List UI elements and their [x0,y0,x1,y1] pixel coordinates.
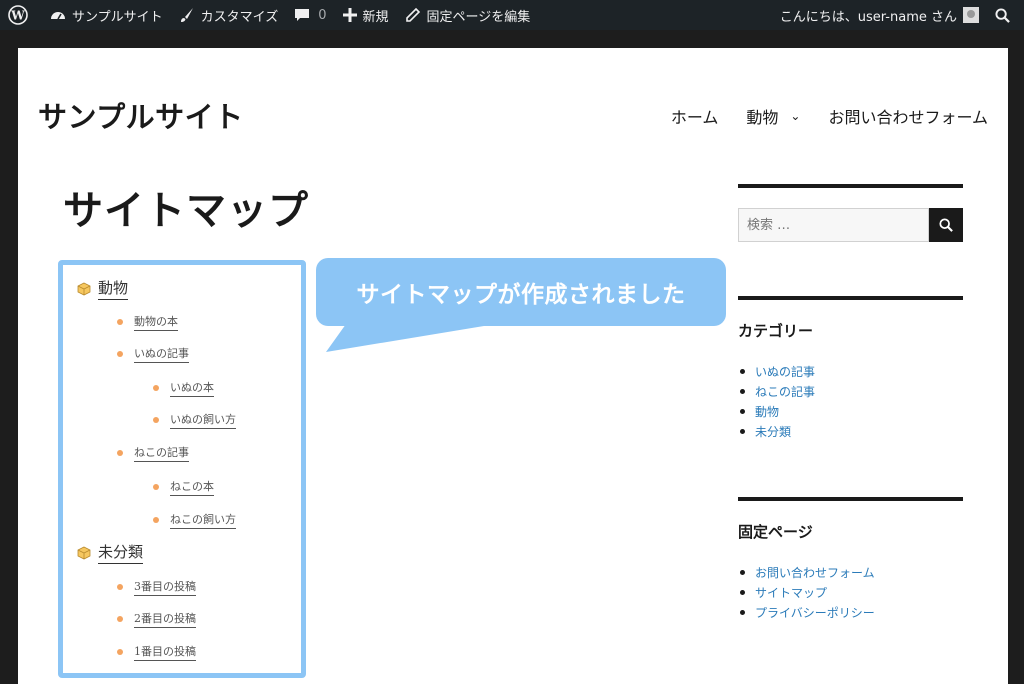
nav-item-animals[interactable]: 動物 ⌄ [746,104,800,128]
category-link[interactable]: 動物 [98,277,129,300]
list-item: いぬの本 [153,379,214,397]
search-icon [939,218,953,232]
categories-title: カテゴリー [738,322,814,340]
category-item[interactable]: ねこの記事 [738,381,963,401]
customize-button[interactable]: カスタマイズ [171,0,287,30]
plus-icon [342,8,357,22]
list-item: 2番目の投稿 [117,610,196,628]
edit-page-label: 固定ページを編集 [426,9,531,25]
site-title[interactable]: サンプルサイト [38,94,244,136]
pages-title: 固定ページ [738,523,813,541]
cube-icon [77,282,91,295]
dashboard-icon [51,12,65,20]
nav-item-contact[interactable]: お問い合わせフォーム [828,104,988,128]
cube-icon [77,546,91,559]
new-label: 新規 [362,9,389,25]
page-item[interactable]: プライバシーポリシー [738,602,963,622]
svg-text:W: W [10,9,25,23]
wordpress-icon: W [8,5,28,25]
new-content-button[interactable]: 新規 [335,0,397,30]
page-item[interactable]: サイトマップ [738,582,963,602]
bullet-icon [117,319,123,325]
search-button[interactable] [929,208,963,242]
nav-label: ホーム [670,108,719,127]
bullet-icon [153,484,159,490]
nav-item-home[interactable]: ホーム [671,104,719,128]
comments-count: 0 [318,7,327,23]
list-item: いぬの記事 [117,345,189,363]
post-link[interactable]: いぬの記事 [134,345,189,363]
divider [738,296,963,300]
list-item: ねこの記事 [117,444,189,462]
post-link[interactable]: いぬの飼い方 [170,411,236,429]
bullet-icon [153,385,159,391]
comment-icon [295,9,310,21]
category-link[interactable]: 未分類 [98,541,144,564]
post-link[interactable]: 動物の本 [134,313,178,331]
brush-icon [180,8,193,22]
bullet-icon [153,517,159,523]
sitemap-category[interactable]: 未分類 [77,541,144,564]
wordpress-logo-button[interactable]: W [0,0,42,30]
chevron-down-icon[interactable]: ⌄ [790,109,800,123]
list-item: 3番目の投稿 [117,578,196,596]
sitemap-category[interactable]: 動物 [77,277,129,300]
bullet-icon [153,417,159,423]
list-item: ねこの飼い方 [153,511,236,529]
site-name-menu[interactable]: サンプルサイト [42,0,171,30]
edit-page-button[interactable]: 固定ページを編集 [397,0,539,30]
list-item: 1番目の投稿 [117,643,196,661]
sidebar: カテゴリー いぬの記事 ねこの記事 動物 未分類 固定ページ お問い合わせフォー… [738,184,963,622]
post-link[interactable]: ねこの本 [170,478,214,496]
sitemap-box: 動物 動物の本 いぬの記事 いぬの本 いぬの飼い方 ねこの記事 ねこの本 ねこの… [58,260,306,678]
greeting-label: こんにちは、user-name さん [779,9,957,25]
post-link[interactable]: 2番目の投稿 [134,610,196,628]
callout-bubble: サイトマップが作成されました [316,258,726,326]
admin-search-button[interactable] [987,0,1024,30]
customize-label: カスタマイズ [200,9,279,25]
divider [738,497,963,501]
divider [738,184,963,188]
list-item: いぬの飼い方 [153,411,236,429]
bullet-icon [117,351,123,357]
list-item: ねこの本 [153,478,214,496]
page-content: サンプルサイト ホーム 動物 ⌄ お問い合わせフォーム サイトマップ 動物 動物の… [18,48,1008,684]
post-link[interactable]: ねこの飼い方 [170,511,236,529]
post-link[interactable]: ねこの記事 [134,444,189,462]
admin-bar: W サンプルサイト カスタマイズ 0 新規 固定ページを編集 こんにちは、use… [0,0,1024,30]
avatar [963,7,979,23]
category-item[interactable]: いぬの記事 [738,361,963,381]
category-item[interactable]: 未分類 [738,421,963,441]
bullet-icon [117,584,123,590]
pages-list: お問い合わせフォーム サイトマップ プライバシーポリシー [738,562,963,622]
post-link[interactable]: 1番目の投稿 [134,643,196,661]
page-title: サイトマップ [63,188,309,234]
pencil-icon [405,7,420,22]
category-item[interactable]: 動物 [738,401,963,421]
categories-list: いぬの記事 ねこの記事 動物 未分類 [738,361,963,441]
post-link[interactable]: 3番目の投稿 [134,578,196,596]
site-name-label: サンプルサイト [72,9,163,25]
bullet-icon [117,649,123,655]
page-item[interactable]: お問い合わせフォーム [738,562,963,582]
my-account-menu[interactable]: こんにちは、user-name さん [772,0,987,30]
bullet-icon [117,450,123,456]
nav-label: 動物 [746,108,779,127]
list-item: 動物の本 [117,313,178,331]
search-form [738,208,963,242]
callout-tail [326,324,496,352]
post-link[interactable]: いぬの本 [170,379,214,397]
nav-label: お問い合わせフォーム [828,108,988,127]
main-nav: ホーム 動物 ⌄ お問い合わせフォーム [643,104,988,128]
search-icon [995,7,1010,23]
search-input[interactable] [738,208,929,242]
comments-button[interactable]: 0 [286,0,334,30]
bullet-icon [117,616,123,622]
